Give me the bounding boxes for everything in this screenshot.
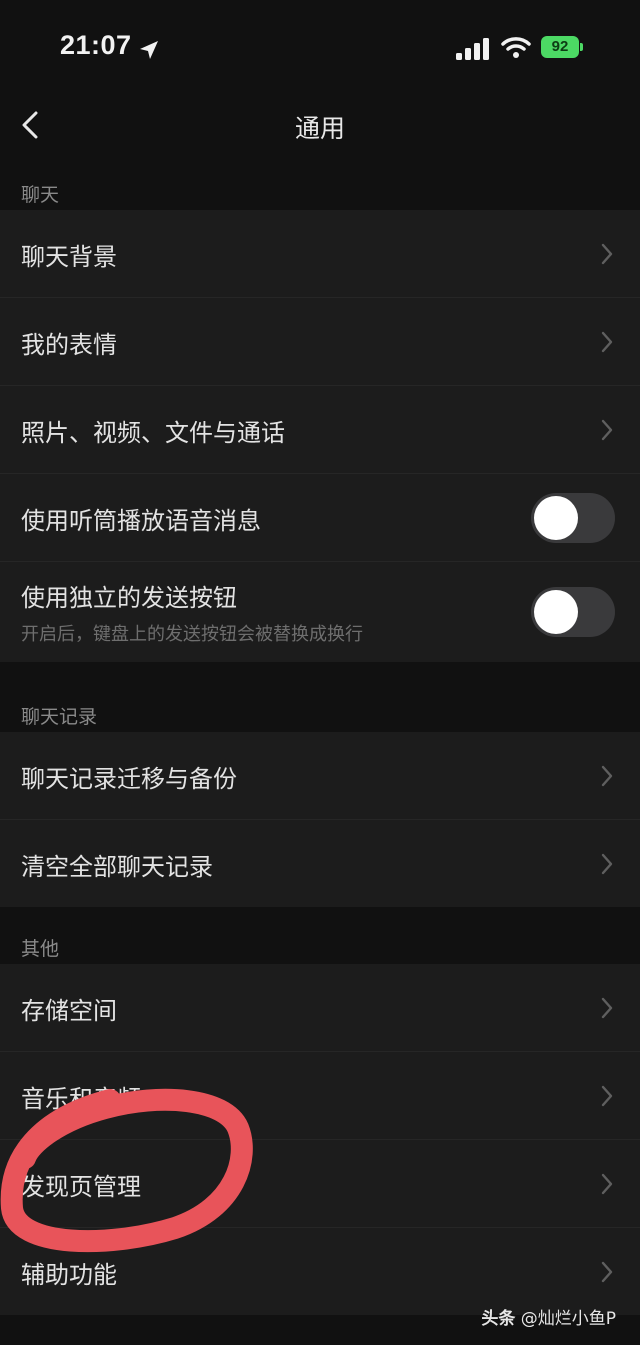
chevron-right-icon [601, 1085, 613, 1107]
watermark: 头条 @灿烂小鱼P [481, 1304, 616, 1329]
battery-indicator: 92 [541, 36, 583, 58]
watermark-brand: 头条 [481, 1309, 516, 1329]
battery-cap [580, 43, 583, 51]
settings-group-other: 存储空间 音乐和音频 发现页管理 辅助功能 [0, 964, 640, 1315]
section-header-label: 其他 [21, 938, 60, 960]
toggle-knob [534, 590, 578, 634]
row-label: 使用听筒播放语音消息 [21, 507, 261, 535]
list-item-earpiece-playback: 使用听筒播放语音消息 [0, 474, 640, 562]
row-label: 聊天背景 [21, 243, 117, 271]
chevron-right-icon [601, 419, 613, 441]
list-item-clear-history[interactable]: 清空全部聊天记录 [0, 820, 640, 907]
earpiece-toggle[interactable] [531, 493, 615, 543]
list-item-storage[interactable]: 存储空间 [0, 964, 640, 1052]
list-item-separate-send-button: 使用独立的发送按钮 开启后，键盘上的发送按钮会被替换成换行 [0, 562, 640, 662]
toggle-knob [534, 496, 578, 540]
row-label: 清空全部聊天记录 [21, 853, 213, 881]
list-item-media-files-calls[interactable]: 照片、视频、文件与通话 [0, 386, 640, 474]
row-label: 聊天记录迁移与备份 [21, 765, 237, 793]
section-header-chat: 聊天 [0, 164, 640, 216]
battery-level: 92 [541, 36, 579, 58]
chevron-right-icon [601, 997, 613, 1019]
chevron-right-icon [601, 765, 613, 787]
chevron-right-icon [601, 853, 613, 875]
list-item-music-audio[interactable]: 音乐和音频 [0, 1052, 640, 1140]
list-item-discover-management[interactable]: 发现页管理 [0, 1140, 640, 1228]
settings-group-history: 聊天记录迁移与备份 清空全部聊天记录 [0, 732, 640, 907]
row-description: 开启后，键盘上的发送按钮会被替换成换行 [21, 624, 363, 645]
row-label: 辅助功能 [21, 1261, 117, 1289]
row-label: 我的表情 [21, 331, 117, 359]
row-label: 音乐和音频 [21, 1085, 141, 1113]
chevron-right-icon [601, 243, 613, 265]
page-title: 通用 [294, 114, 345, 143]
location-arrow-icon [140, 41, 158, 59]
watermark-handle: @灿烂小鱼P [520, 1309, 616, 1329]
status-time: 21:07 [60, 30, 132, 60]
section-header-label: 聊天记录 [21, 706, 98, 728]
settings-group-chat: 聊天背景 我的表情 照片、视频、文件与通话 使用听筒播放语音消息 使用独立的发送… [0, 210, 640, 662]
chevron-right-icon [601, 1173, 613, 1195]
row-label: 存储空间 [21, 997, 117, 1025]
row-label: 使用独立的发送按钮 [21, 584, 237, 612]
row-label: 发现页管理 [21, 1173, 141, 1201]
row-label: 照片、视频、文件与通话 [21, 419, 285, 447]
section-header-label: 聊天 [21, 184, 60, 206]
send-button-toggle[interactable] [531, 587, 615, 637]
list-item-chat-background[interactable]: 聊天背景 [0, 210, 640, 298]
wifi-icon [501, 37, 531, 58]
list-item-my-stickers[interactable]: 我的表情 [0, 298, 640, 386]
list-item-history-migration[interactable]: 聊天记录迁移与备份 [0, 732, 640, 820]
section-header-other: 其他 [0, 918, 640, 970]
chevron-right-icon [601, 331, 613, 353]
list-item-accessibility[interactable]: 辅助功能 [0, 1228, 640, 1315]
section-header-history: 聊天记录 [0, 686, 640, 738]
nav-bar: 通用 [0, 95, 640, 159]
cellular-signal-icon [456, 38, 489, 60]
chevron-right-icon [601, 1261, 613, 1283]
status-bar: 21:07 92 [0, 0, 640, 95]
